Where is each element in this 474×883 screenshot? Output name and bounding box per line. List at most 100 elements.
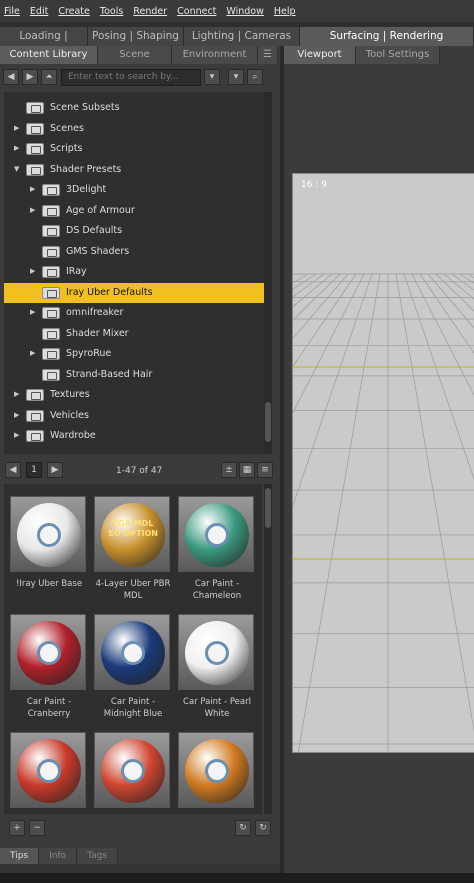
prev-page-button[interactable]: ◀ [5, 462, 21, 478]
page-number-field[interactable]: 1 [26, 462, 42, 478]
tree-item[interactable]: DS Defaults [4, 221, 264, 241]
folder-icon [42, 307, 60, 319]
menu-connect[interactable]: Connect [177, 6, 216, 17]
tab-tags[interactable]: Tags [77, 848, 119, 864]
search-input[interactable]: Enter text to search by... [61, 68, 201, 86]
tree-item-label: Textures [50, 389, 90, 400]
tree-item[interactable]: ▶ Wardrobe [4, 426, 264, 446]
tab-tool-settings[interactable]: Tool Settings [356, 46, 440, 64]
add-button[interactable]: + [9, 820, 25, 836]
menu-file[interactable]: File [4, 6, 20, 17]
tree-item[interactable]: ▶ Textures [4, 385, 264, 405]
main-tab-0[interactable]: Loading | Creating [0, 27, 88, 61]
folder-icon [26, 409, 44, 422]
collapsed-arrow-icon[interactable]: ▶ [30, 349, 38, 359]
tree-item-label: Iray Uber Defaults [66, 286, 153, 298]
panel-menu-icon[interactable]: ☰ [258, 46, 278, 64]
collapsed-arrow-icon[interactable]: ▶ [30, 308, 38, 318]
tab-viewport[interactable]: Viewport [284, 46, 356, 64]
list-view-icon[interactable]: ≡ [257, 462, 273, 478]
main-tab-3[interactable]: Surfacing | Rendering [300, 27, 474, 46]
search-options-icon[interactable]: ▾ [204, 69, 220, 85]
zoom-stepper[interactable]: ± [221, 462, 237, 478]
asset-thumbnail [178, 614, 254, 690]
collapsed-arrow-icon[interactable]: ▶ [14, 124, 22, 134]
tree-item[interactable]: ▶ Scenes [4, 119, 264, 139]
tree-item[interactable]: GMS Shaders [4, 242, 264, 262]
folder-icon [42, 348, 60, 360]
asset-tile[interactable]: Car Paint - Cranberry [10, 614, 88, 720]
asset-tile[interactable]: !Iray Uber Base [10, 496, 88, 590]
asset-tile[interactable]: Car Paint [178, 732, 256, 814]
next-page-button[interactable]: ▶ [47, 462, 63, 478]
grid-scroll-thumb[interactable] [265, 488, 271, 528]
up-level-button[interactable]: ⏶ [41, 69, 57, 85]
folder-icon [42, 327, 60, 340]
tree-item[interactable]: Iray Uber Defaults [4, 282, 264, 303]
grid-scrollbar[interactable] [264, 484, 272, 814]
tree-item[interactable]: ▶ omnifreaker [4, 303, 264, 323]
menu-icon[interactable]: ▾ [228, 69, 244, 85]
tree-item[interactable]: ▶ Age of Armour [4, 201, 264, 221]
asset-tile[interactable]: Car Paint - Midnight Blue [94, 614, 172, 720]
tree-item[interactable]: Scene Subsets [4, 98, 264, 118]
tab-info[interactable]: Info [39, 848, 78, 864]
tree-item-label: GMS Shaders [66, 245, 130, 257]
collapsed-arrow-icon[interactable]: ▶ [30, 267, 38, 277]
collapsed-arrow-icon[interactable]: ▶ [30, 206, 38, 216]
tree-item[interactable]: ▶ IRay [4, 262, 264, 282]
grid-line [459, 273, 474, 284]
grid-line [293, 273, 325, 298]
asset-tile[interactable]: TGA MDL SO OPTION 4-Layer Uber PBR MDL [94, 496, 172, 602]
asset-label: 4-Layer Uber PBR MDL [95, 579, 171, 601]
collapsed-arrow-icon[interactable]: ▶ [14, 390, 22, 400]
left-panel-tabs: Content Library Scene Environment ☰ [0, 46, 280, 64]
collapsed-arrow-icon[interactable]: ▶ [14, 411, 22, 421]
folder-icon [42, 245, 60, 258]
menu-window[interactable]: Window [226, 6, 263, 17]
menu-edit[interactable]: Edit [30, 6, 48, 17]
tree-item[interactable]: ▶ Scripts [4, 139, 264, 159]
main-tab-1[interactable]: Posing | Shaping [88, 27, 184, 46]
menu-render[interactable]: Render [133, 6, 167, 17]
tab-environment[interactable]: Environment [172, 46, 258, 64]
grid-line [293, 273, 349, 339]
grid-line [297, 273, 381, 752]
refresh-icon[interactable]: ↻ [235, 820, 251, 836]
collapsed-arrow-icon[interactable]: ▶ [30, 185, 38, 195]
collapsed-arrow-icon[interactable]: ▶ [14, 431, 22, 441]
daz-logo-icon [121, 641, 145, 665]
menu-tools[interactable]: Tools [100, 6, 123, 17]
collapsed-arrow-icon[interactable]: ▶ [14, 144, 22, 154]
menu-create[interactable]: Create [58, 6, 90, 17]
viewport-panel: Viewport Tool Settings 16 : 9 [284, 46, 474, 883]
tree-scrollbar[interactable] [264, 92, 272, 454]
asset-tile[interactable]: Car Paint - Chameleon [178, 496, 256, 602]
asset-tile[interactable]: Car Paint - Red [94, 732, 172, 814]
expanded-arrow-icon[interactable]: ▼ [14, 165, 22, 175]
tree-scroll-thumb[interactable] [265, 402, 271, 442]
tab-scene[interactable]: Scene [98, 46, 172, 64]
tree-item[interactable]: Shader Mixer [4, 324, 264, 344]
asset-tile[interactable]: Car Paint - Red [10, 732, 88, 814]
tab-content-library[interactable]: Content Library [0, 46, 98, 64]
search-icon[interactable]: ⌕ [247, 69, 263, 85]
tab-tips[interactable]: Tips [0, 848, 40, 864]
main-tab-2[interactable]: Lighting | Cameras [184, 27, 300, 46]
grid-line [451, 273, 474, 291]
back-button[interactable]: ◀ [3, 69, 19, 85]
menu-help[interactable]: Help [274, 6, 296, 17]
tree-item[interactable]: ▶ Vehicles [4, 406, 264, 426]
remove-button[interactable]: − [29, 820, 45, 836]
forward-button[interactable]: ▶ [22, 69, 38, 85]
sync-icon[interactable]: ↻ [255, 820, 271, 836]
tree-item[interactable]: ▶ SpyroRue [4, 344, 264, 364]
viewport[interactable]: 16 : 9 [292, 173, 474, 753]
folder-icon [42, 225, 60, 237]
tree-item[interactable]: ▶ 3Delight [4, 180, 264, 200]
grid-view-icon[interactable]: ▦ [239, 462, 255, 478]
grid-line [293, 273, 357, 367]
tree-item[interactable]: ▼ Shader Presets [4, 160, 264, 180]
asset-tile[interactable]: Car Paint - Pearl White [178, 614, 256, 720]
tree-item[interactable]: Strand-Based Hair [4, 365, 264, 385]
